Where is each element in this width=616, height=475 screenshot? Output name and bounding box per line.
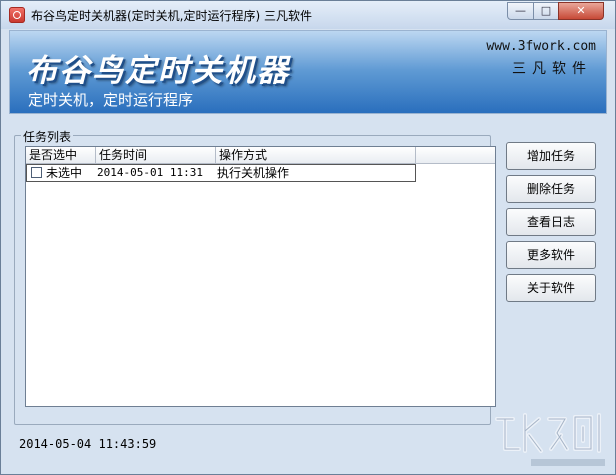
close-button[interactable]: ✕ <box>558 2 604 20</box>
watermark-logo <box>491 405 611 471</box>
task-list[interactable]: 是否选中 任务时间 操作方式 未选中 2014-05-01 11:31 执行关机… <box>25 146 496 407</box>
view-log-button[interactable]: 查看日志 <box>506 208 596 236</box>
app-icon[interactable] <box>9 7 25 23</box>
task-select-checkbox[interactable] <box>31 167 42 178</box>
window-title: 布谷鸟定时关机器(定时关机,定时运行程序) 三凡软件 <box>31 9 312 23</box>
table-row[interactable]: 未选中 2014-05-01 11:31 执行关机操作 <box>26 164 416 182</box>
delete-task-button[interactable]: 删除任务 <box>506 175 596 203</box>
add-task-button[interactable]: 增加任务 <box>506 142 596 170</box>
task-list-group-title: 任务列表 <box>21 128 74 145</box>
about-software-button[interactable]: 关于软件 <box>506 274 596 302</box>
more-software-button[interactable]: 更多软件 <box>506 241 596 269</box>
watermark-glyph-icon <box>495 413 605 466</box>
banner-logo-text: 布谷鸟定时关机器 <box>26 53 290 89</box>
maximize-button[interactable]: □ <box>533 2 559 20</box>
banner-url: www.3fwork.com <box>486 39 596 54</box>
banner-subtitle: 定时关机，定时运行程序 <box>28 91 194 109</box>
task-action: 执行关机操作 <box>217 166 290 180</box>
task-list-group: 任务列表 是否选中 任务时间 操作方式 未选中 2014-05-01 11:31… <box>14 128 496 425</box>
column-header-selected[interactable]: 是否选中 <box>26 147 96 163</box>
title-bar[interactable]: 布谷鸟定时关机器(定时关机,定时运行程序) 三凡软件 — □ ✕ <box>1 1 615 29</box>
task-time: 2014-05-01 11:31 <box>97 166 203 179</box>
column-header-time[interactable]: 任务时间 <box>96 147 216 163</box>
task-list-header: 是否选中 任务时间 操作方式 <box>26 147 495 164</box>
minimize-button[interactable]: — <box>507 2 534 20</box>
status-clock: 2014-05-04 11:43:59 <box>19 437 157 451</box>
task-selected-label: 未选中 <box>46 166 83 180</box>
column-header-action[interactable]: 操作方式 <box>216 147 416 163</box>
main-window: 布谷鸟定时关机器(定时关机,定时运行程序) 三凡软件 — □ ✕ 布谷鸟定时关机… <box>0 0 616 475</box>
banner-brand: 三凡软件 <box>512 61 592 77</box>
banner: 布谷鸟定时关机器 定时关机，定时运行程序 www.3fwork.com 三凡软件 <box>9 30 607 114</box>
